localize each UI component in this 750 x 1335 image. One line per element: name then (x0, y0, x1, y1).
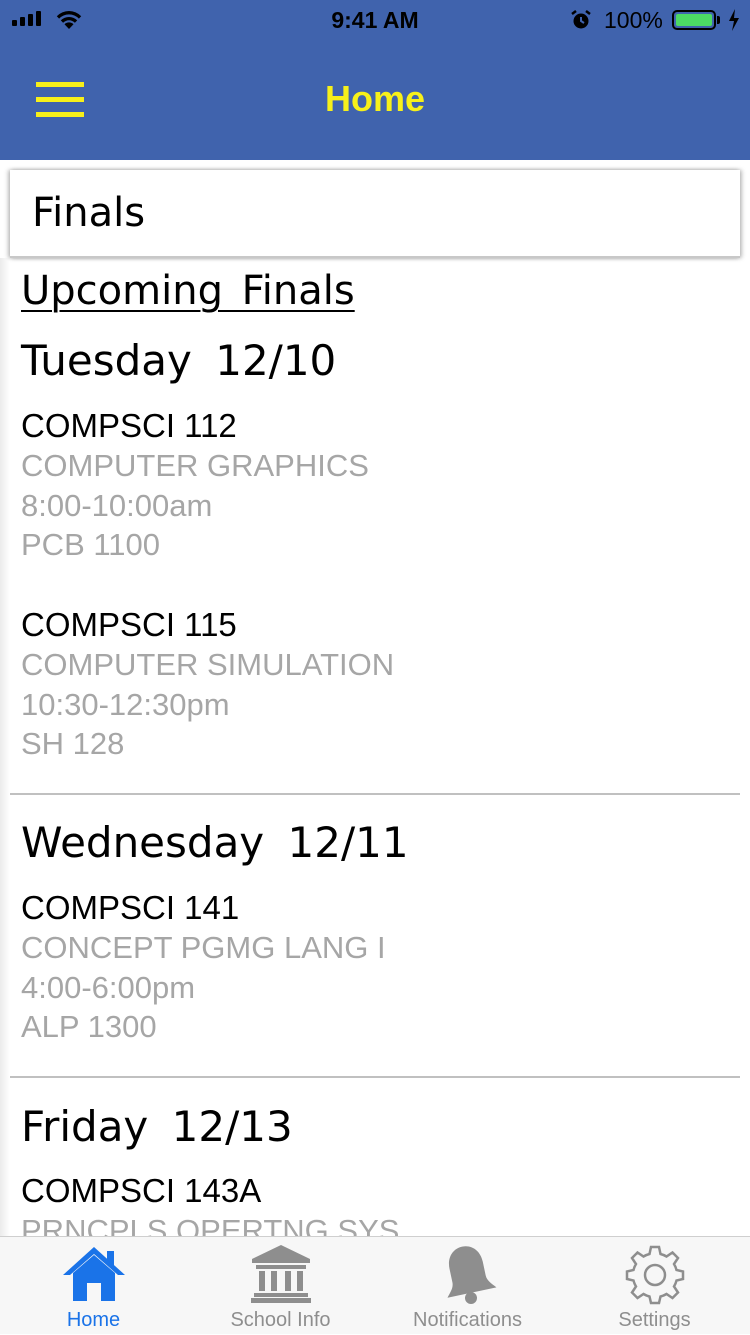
course-name: COMPUTER SIMULATION (21, 647, 395, 682)
tab-label: Notifications (413, 1309, 522, 1331)
course-code: COMPSCI 143A (21, 1172, 262, 1209)
course-room: SH 128 (21, 726, 125, 761)
status-bar: 9:41 AM 100% (0, 0, 750, 40)
battery-percent: 100% (604, 7, 663, 33)
divider (10, 793, 740, 795)
list-item[interactable]: COMPSCI 143A PRNCPLS OPERTNG SYS (21, 1171, 399, 1236)
course-name: PRNCPLS OPERTNG SYS (21, 1213, 400, 1236)
course-name: CONCEPT PGMG LANG I (21, 930, 386, 965)
course-time: 8:00-10:00am (21, 487, 213, 523)
page-title: Home (324, 78, 426, 119)
list-item[interactable]: COMPSCI 115 COMPUTER SIMULATION 10:30-12… (21, 605, 394, 764)
school-building-icon (250, 1245, 311, 1303)
list-item[interactable]: COMPSCI 112 COMPUTER GRAPHICS 8:00-10:00… (21, 406, 369, 565)
divider (10, 1076, 740, 1078)
course-room: ALP 1300 (21, 1009, 157, 1044)
alarm-icon (571, 10, 591, 29)
finals-list[interactable]: Upcoming Finals Tuesday 12/10 COMPSCI 11… (0, 260, 750, 1236)
charging-icon (729, 9, 739, 31)
course-code: COMPSCI 141 (21, 889, 240, 926)
tab-label: School Info (230, 1309, 331, 1331)
course-name: COMPUTER GRAPHICS (21, 448, 369, 483)
battery-tip (717, 16, 720, 24)
upcoming-finals-heading: Upcoming Finals (21, 268, 355, 314)
day-heading: Friday 12/13 (21, 1102, 293, 1151)
tab-bar: Home School Info Notifications Settings (0, 1236, 750, 1334)
nav-bar: Home (0, 40, 750, 160)
course-time: 4:00-6:00pm (21, 969, 196, 1005)
tab-label: Home (66, 1309, 121, 1331)
tab-home[interactable]: Home (0, 1237, 187, 1335)
section-header: Finals (10, 170, 740, 258)
day-heading: Tuesday 12/10 (21, 336, 337, 385)
tab-settings[interactable]: Settings (561, 1237, 748, 1335)
bell-icon (446, 1246, 496, 1304)
course-code: COMPSCI 112 (21, 407, 237, 444)
house-icon (62, 1247, 125, 1301)
course-code: COMPSCI 115 (21, 606, 237, 643)
tab-label: Settings (618, 1309, 691, 1331)
tab-notifications[interactable]: Notifications (374, 1237, 561, 1335)
tab-school-info[interactable]: School Info (187, 1237, 374, 1335)
list-item[interactable]: COMPSCI 141 CONCEPT PGMG LANG I 4:00-6:0… (21, 888, 386, 1047)
gear-icon (625, 1245, 684, 1305)
course-room: PCB 1100 (21, 527, 161, 562)
battery-icon (672, 10, 716, 30)
course-time: 10:30-12:30pm (21, 686, 230, 722)
day-heading: Wednesday 12/11 (21, 818, 409, 867)
section-title: Finals (32, 190, 146, 236)
